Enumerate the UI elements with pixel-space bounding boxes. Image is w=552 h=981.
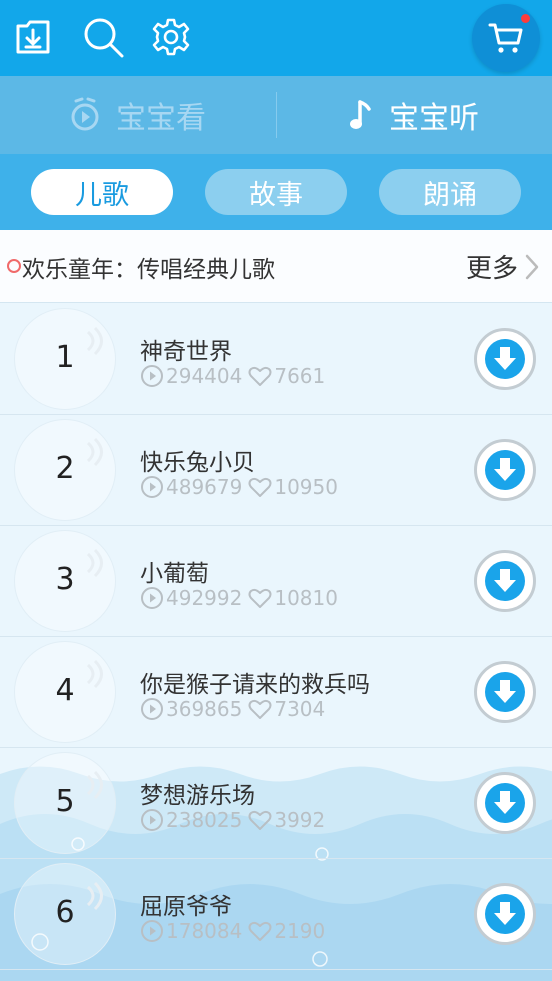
- mode-label: 宝宝看: [116, 101, 206, 136]
- song-row[interactable]: 6 屈原爷爷 178084 2190: [0, 859, 552, 970]
- song-title: 你是猴子请来的救兵吗: [140, 672, 370, 698]
- chevron-right-icon[interactable]: [524, 254, 540, 280]
- rank-number: 4: [55, 673, 75, 708]
- tab-gushi[interactable]: 故事: [205, 169, 347, 215]
- play-count: 178084: [166, 919, 243, 943]
- like-count: 3992: [274, 808, 326, 832]
- category-tabs: 儿歌 故事 朗诵: [0, 154, 552, 230]
- play-count-icon: [141, 587, 163, 609]
- tab-erge[interactable]: 儿歌: [31, 169, 173, 215]
- tab-langsong[interactable]: 朗诵: [379, 169, 521, 215]
- download-box-icon[interactable]: [12, 16, 54, 58]
- download-button[interactable]: [474, 661, 536, 723]
- song-stats: 178084 2190: [140, 919, 325, 943]
- play-count-icon: [141, 809, 163, 831]
- song-title: 屈原爷爷: [140, 894, 232, 920]
- download-arrow-icon: [494, 458, 516, 481]
- rank-number: 1: [55, 340, 75, 375]
- song-stats: 492992 10810: [140, 586, 338, 610]
- song-stats: 294404 7661: [140, 364, 325, 388]
- song-row[interactable]: 5 梦想游乐场 238025 3992: [0, 748, 552, 859]
- cart-button[interactable]: [472, 4, 540, 72]
- download-button[interactable]: [474, 550, 536, 612]
- rank-number: 6: [55, 895, 75, 930]
- download-button[interactable]: [474, 328, 536, 390]
- tab-baobao-kan[interactable]: 宝宝看: [0, 76, 276, 154]
- download-arrow-icon: [494, 347, 516, 370]
- top-bar: [0, 0, 552, 76]
- download-arrow-icon: [494, 791, 516, 814]
- music-note-icon: [350, 100, 371, 129]
- download-arrow-icon: [494, 569, 516, 592]
- song-stats: 238025 3992: [140, 808, 325, 832]
- song-row[interactable]: 3 小葡萄 492992 10810: [0, 526, 552, 637]
- heart-icon: [248, 921, 272, 941]
- like-count: 7661: [274, 364, 326, 388]
- heart-icon: [248, 810, 272, 830]
- like-count: 10950: [274, 475, 338, 499]
- mode-label: 宝宝听: [389, 101, 479, 136]
- section-header: 欢乐童年：传唱经典儿歌 更多: [0, 230, 552, 303]
- song-title: 梦想游乐场: [140, 783, 255, 809]
- rank-number: 5: [55, 784, 75, 819]
- heart-icon: [248, 477, 272, 497]
- like-count: 10810: [274, 586, 338, 610]
- song-title: 快乐兔小贝: [140, 450, 255, 476]
- play-count-icon: [141, 476, 163, 498]
- download-button[interactable]: [474, 883, 536, 945]
- play-count-icon: [141, 920, 163, 942]
- song-list: 1 神奇世界 294404 7661 2 快乐兔小贝 489679 10950 3 小葡萄 4929…: [0, 304, 552, 981]
- mode-bar: 宝宝看 宝宝听: [0, 76, 552, 154]
- cart-icon: [488, 23, 523, 53]
- play-count-icon: [141, 698, 163, 720]
- download-button[interactable]: [474, 439, 536, 501]
- settings-gear-icon[interactable]: [150, 16, 192, 58]
- like-count: 2190: [274, 919, 326, 943]
- more-link[interactable]: 更多: [466, 248, 518, 285]
- rank-number: 2: [55, 451, 75, 486]
- bullet-ring-icon: [7, 259, 21, 273]
- download-button[interactable]: [474, 772, 536, 834]
- heart-icon: [248, 366, 272, 386]
- heart-icon: [248, 699, 272, 719]
- song-row[interactable]: 2 快乐兔小贝 489679 10950: [0, 415, 552, 526]
- play-count: 369865: [166, 697, 243, 721]
- alarm-play-icon: [71, 97, 99, 131]
- song-row[interactable]: 4 你是猴子请来的救兵吗 369865 7304: [0, 637, 552, 748]
- play-count: 492992: [166, 586, 243, 610]
- search-icon[interactable]: [82, 16, 124, 58]
- like-count: 7304: [274, 697, 326, 721]
- tab-baobao-ting[interactable]: 宝宝听: [276, 76, 552, 154]
- section-title: 欢乐童年：传唱经典儿歌: [22, 257, 275, 283]
- play-count-icon: [141, 365, 163, 387]
- download-arrow-icon: [494, 902, 516, 925]
- song-stats: 369865 7304: [140, 697, 325, 721]
- song-title: 小葡萄: [140, 561, 209, 587]
- play-count: 489679: [166, 475, 243, 499]
- download-arrow-icon: [494, 680, 516, 703]
- rank-number: 3: [55, 562, 75, 597]
- heart-icon: [248, 588, 272, 608]
- song-title: 神奇世界: [140, 339, 232, 365]
- song-stats: 489679 10950: [140, 475, 338, 499]
- play-count: 294404: [166, 364, 243, 388]
- song-row[interactable]: 1 神奇世界 294404 7661: [0, 304, 552, 415]
- play-count: 238025: [166, 808, 243, 832]
